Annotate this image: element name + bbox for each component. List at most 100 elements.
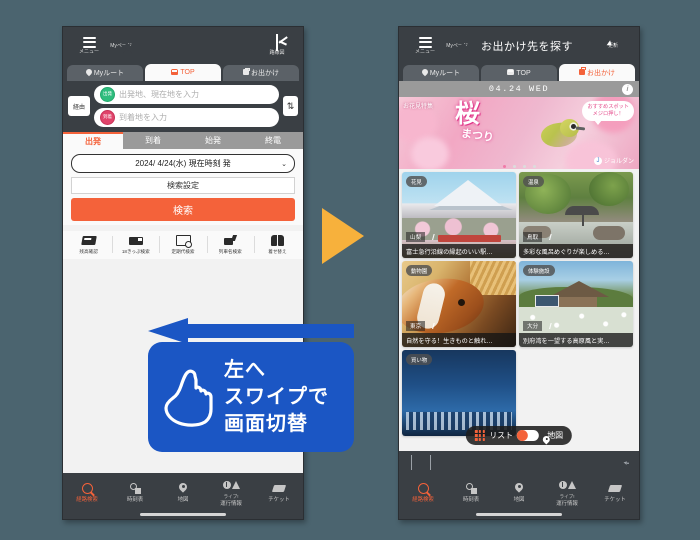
swipe-instruction-callout: 左へ スワイプで 画面切替 (148, 342, 354, 452)
banner-bubble-line1: おすすめスポット (587, 104, 629, 110)
quick-link-18ticket[interactable]: 18きっぷ検索 (112, 234, 159, 255)
spot-card[interactable]: 花見 山梨 /// 富士急行沿線の縁起のいい駅… (402, 172, 516, 258)
map-pin-icon (515, 481, 523, 495)
bottomnav-live-info[interactable]: ライブ! 運行情報 (543, 478, 591, 507)
mypage-button[interactable]: Myページ (105, 42, 137, 50)
tab-myroute[interactable]: Myルート (67, 65, 143, 81)
search-setting-button[interactable]: 検索設定 (71, 177, 295, 194)
live-info-icon (558, 478, 576, 492)
search-icon (81, 481, 93, 495)
banner-dots[interactable] (399, 165, 639, 168)
spot-card-grid: 花見 山梨 /// 富士急行沿線の縁起のいい駅… 温泉 鳥取 /// 多彩な風呂… (399, 169, 639, 439)
segment-arrival[interactable]: 到着 (123, 132, 183, 149)
banner-logo: J ジョルダン (593, 156, 634, 165)
segment-departure[interactable]: 出発 (63, 132, 123, 149)
card-prefecture: 山梨 (406, 232, 426, 242)
info-icon[interactable]: i (622, 83, 633, 95)
bottomnav-map[interactable]: 地図 (495, 481, 543, 503)
bottomnav-timetable-label: 時刻表 (126, 497, 144, 503)
quick-link-pass[interactable]: 定期代検索 (159, 234, 206, 255)
bottomnav-timetable[interactable]: 時刻表 (447, 481, 495, 503)
quick-link-18ticket-label: 18きっぷ検索 (121, 249, 150, 254)
date-selector[interactable]: 2024/ 4/24(水) 現在時刻 発 ⌄ (71, 154, 295, 173)
via-button[interactable]: 経由 (68, 96, 90, 116)
hamburger-icon (82, 36, 96, 48)
logo-mark-icon: J (593, 156, 602, 165)
spot-card[interactable]: 体験施設 大分 /// 別府湾を一望する高原風と実… (519, 261, 633, 347)
home-indicator (63, 509, 303, 519)
route-input-block: 経由 出発 出発地、現在地を入力 到着 到着地を入力 ⇅ (63, 81, 303, 132)
card-slash-deco: /// (549, 233, 551, 242)
promo-banner[interactable]: お花見特集 桜 まつり おすすめスポット メジロ押し！ J ジョルダン (399, 97, 639, 169)
swap-button[interactable]: ⇅ (283, 96, 298, 116)
card-category-chip: 花見 (406, 176, 427, 187)
spot-card[interactable]: 温泉 鳥取 /// 多彩な風呂めぐりが楽しめる… (519, 172, 633, 258)
departure-input[interactable]: 出発 出発地、現在地を入力 (94, 85, 279, 104)
tab-myroute[interactable]: Myルート (403, 65, 479, 81)
quick-link-theme-label: 着せ替え (268, 249, 287, 254)
card-slash-deco: /// (432, 233, 434, 242)
pointing-hand-icon (164, 369, 213, 427)
swipe-direction-arrow-icon (148, 318, 354, 344)
quick-link-trainname[interactable]: 列車名検索 (206, 234, 254, 255)
bottomnav-route-search[interactable]: 経路検索 (63, 481, 111, 503)
transition-arrow-icon (322, 208, 364, 264)
view-toggle[interactable]: リスト 地図 (465, 426, 573, 445)
quick-link-theme[interactable]: 着せ替え (253, 234, 301, 255)
arrival-input[interactable]: 到着 到着地を入力 (94, 108, 279, 127)
tab-top[interactable]: TOP (145, 64, 221, 81)
menu-button[interactable]: メニュー (409, 36, 441, 56)
routemap-button[interactable]: 路線図 (261, 33, 293, 57)
back-button[interactable] (411, 455, 412, 470)
spot-card[interactable]: 買い物 (402, 350, 516, 436)
tab-odekake[interactable]: お出かけ (223, 65, 299, 81)
tab-top[interactable]: TOP (481, 65, 557, 81)
bottomnav-ticket[interactable]: チケット (255, 481, 303, 503)
tab-myroute-label: Myルート (93, 70, 125, 77)
bag-icon (243, 67, 250, 77)
mypage-button[interactable]: Myページ (441, 42, 473, 50)
date-bar-value: 04.24 WED (488, 84, 550, 94)
card-title: 自然を守る！生きものと触れ… (402, 333, 516, 347)
card-category-chip: 温泉 (523, 176, 544, 187)
bottomnav-ticket[interactable]: チケット (591, 481, 639, 503)
segment-first-train[interactable]: 始発 (183, 132, 243, 149)
menu-button[interactable]: メニュー (73, 36, 105, 56)
refresh-button[interactable]: 更新 (597, 42, 629, 50)
search-button[interactable]: 検索 (71, 198, 295, 221)
bottomnav-timetable[interactable]: 時刻表 (111, 481, 159, 503)
right-app-header: メニュー Myページ お出かけ先を探す 更新 (399, 27, 639, 63)
ticket-icon (128, 234, 143, 247)
bottomnav-map[interactable]: 地図 (159, 481, 207, 503)
train-icon (171, 68, 179, 77)
tab-odekake-label: お出かけ (587, 69, 615, 77)
quick-link-balance-label: 残高確認 (79, 249, 98, 254)
card-prefecture: 鳥取 (523, 232, 543, 242)
spot-card[interactable]: 動物園 東京 /// 自然を守る！生きものと触れ… (402, 261, 516, 347)
date-bar: 04.24 WED i (399, 81, 639, 97)
callout-line-3: 画面切替 (224, 412, 308, 435)
departure-placeholder: 出発地、現在地を入力 (119, 90, 199, 99)
timetable-icon (129, 481, 141, 495)
bottomnav-route-search[interactable]: 経路検索 (399, 481, 447, 503)
bottomnav-live-info[interactable]: ライブ! 運行情報 (207, 478, 255, 507)
page-title: お出かけ先を探す (481, 41, 573, 53)
search-pane: 2024/ 4/24(水) 現在時刻 発 ⌄ 検索設定 検索 (63, 149, 303, 225)
view-toggle-switch[interactable] (517, 430, 540, 441)
hamburger-icon (418, 36, 432, 48)
segment-tabs: 出発 到着 始発 終電 (63, 132, 303, 149)
banner-bubble-line2: メジロ押し！ (592, 111, 624, 117)
tab-odekake[interactable]: お出かけ (559, 64, 635, 81)
bottomnav-live-sublabel: ライブ! (559, 493, 575, 499)
tab-myroute-label: Myルート (429, 70, 461, 77)
segment-last-train[interactable]: 終電 (243, 132, 303, 149)
card-prefecture: 東京 (406, 321, 426, 331)
home-indicator (399, 509, 639, 519)
route-map-icon (276, 33, 278, 51)
quick-link-balance[interactable]: 残高確認 (65, 234, 112, 255)
bottomnav-ticket-label: チケット (268, 497, 290, 503)
bottomnav-route-search-label: 経路検索 (76, 497, 98, 503)
card-category-chip: 買い物 (406, 354, 433, 365)
forward-button[interactable] (430, 455, 431, 470)
bottomnav-live-info-label: 運行情報 (556, 500, 578, 507)
